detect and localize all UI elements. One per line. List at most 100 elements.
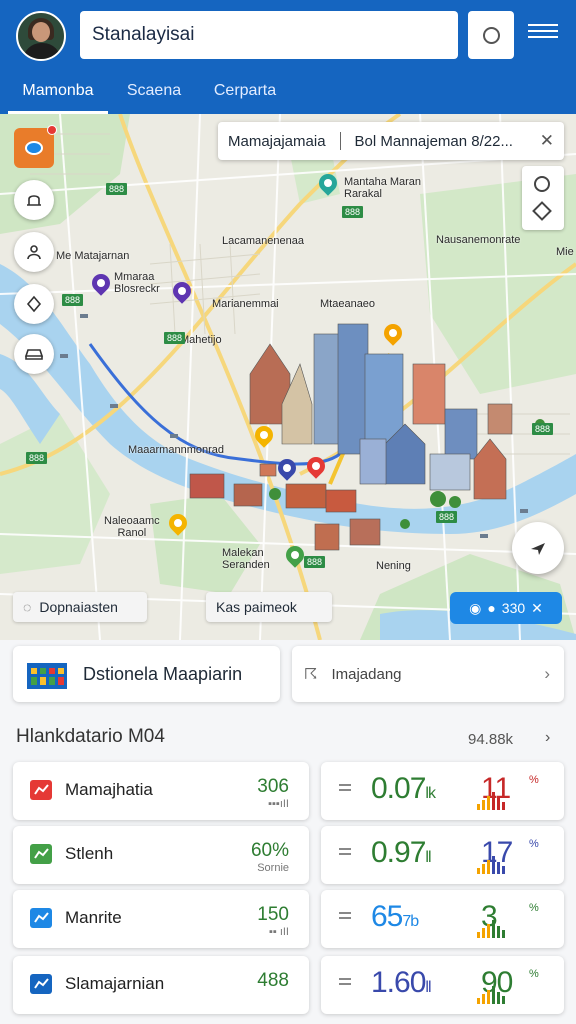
- mini-bar: [502, 930, 505, 938]
- tab-cerparta[interactable]: Cerparta: [205, 72, 285, 114]
- circle-icon: [482, 26, 500, 44]
- tab-scaena[interactable]: Scaena: [116, 72, 192, 114]
- mini-bar: [502, 802, 505, 810]
- map-label: Mantaha Maran Rarakal: [344, 176, 422, 200]
- equals-icon: [339, 784, 351, 794]
- section-title: Hlankdatario M04: [16, 726, 165, 747]
- stat-card-right[interactable]: 657b 3%: [321, 890, 564, 948]
- road-shield: 888: [532, 423, 554, 435]
- equals-icon: [339, 848, 351, 858]
- user-avatar[interactable]: [16, 11, 66, 61]
- equals-icon: [339, 912, 351, 922]
- stat-card-right[interactable]: 0.07lk 11%: [321, 762, 564, 820]
- search-input-value: Stanalayisai: [92, 24, 195, 45]
- mini-bar: [492, 792, 495, 810]
- stat-name: Slamajarnian: [65, 974, 165, 993]
- navigate-button[interactable]: [512, 522, 564, 574]
- stat-card-right[interactable]: 1.60ll 90%: [321, 956, 564, 1014]
- locate-icon[interactable]: [534, 176, 550, 192]
- layers-icon: [25, 141, 43, 155]
- app-root: Stanalayisai Mamonba Scaena Cerparta Man…: [0, 0, 576, 1024]
- hamburger-icon[interactable]: [528, 20, 558, 46]
- mini-bar: [492, 986, 495, 1004]
- mini-bar: [502, 866, 505, 874]
- mini-bar: [477, 998, 480, 1004]
- map-label: Me Matajarnan: [56, 250, 130, 262]
- equals-icon: [339, 978, 351, 988]
- road-shield: 888: [164, 332, 186, 344]
- app-header: Stanalayisai Mamonba Scaena Cerparta: [0, 0, 576, 114]
- mini-bar: [477, 804, 480, 810]
- stat-card-left[interactable]: Slamajarnian 488: [13, 956, 309, 1014]
- mini-bar: [482, 800, 485, 810]
- stat-sub: Sornie: [257, 862, 289, 874]
- stat-big-value: 0.07lk: [371, 772, 436, 805]
- mini-bar: [477, 932, 480, 938]
- mini-bar: [482, 994, 485, 1004]
- stat-big-value: 657b: [371, 900, 419, 933]
- mini-bar-chart: [477, 984, 505, 1004]
- stat-value: 488: [257, 970, 289, 991]
- close-small-icon: ✕: [531, 599, 543, 616]
- road-shield: 888: [26, 452, 48, 464]
- compass-icon[interactable]: [14, 284, 54, 324]
- quick-card-left[interactable]: Dstionela Maapiarin: [13, 646, 280, 702]
- flame-icon: [27, 776, 55, 804]
- stat-card-right[interactable]: 0.97ll 17%: [321, 826, 564, 884]
- stat-value: 306: [257, 776, 289, 797]
- search-action-button[interactable]: [468, 11, 514, 59]
- map-label: Mie: [556, 246, 574, 258]
- tab-mamonba[interactable]: Mamonba: [8, 72, 108, 114]
- chevron-right-icon[interactable]: ›: [545, 729, 550, 747]
- mini-bar: [487, 796, 490, 810]
- building-icon: [27, 663, 67, 689]
- road-shield: 888: [342, 206, 364, 218]
- layers-toggle-icon[interactable]: [532, 201, 552, 221]
- mini-bar: [497, 798, 500, 810]
- stat-name: Manrite: [65, 908, 122, 927]
- person-icon[interactable]: [14, 232, 54, 272]
- mini-bar: [492, 920, 495, 938]
- stat-sub: ▪▪▪ıII: [268, 798, 289, 810]
- mini-bar-chart: [477, 854, 505, 874]
- sparkle-icon: ☈: [304, 666, 318, 683]
- mini-bar: [502, 996, 505, 1004]
- navigate-arrow-icon: [531, 543, 545, 555]
- map-label: Mmaraa Blosreckr: [114, 271, 160, 295]
- map-label: Nausanemonrate: [436, 234, 521, 246]
- close-icon[interactable]: ✕: [540, 131, 554, 151]
- stat-big-value: 1.60ll: [371, 966, 432, 999]
- layers-button[interactable]: [14, 125, 57, 168]
- section-count: 94.88k: [468, 731, 514, 748]
- car-icon[interactable]: [14, 334, 54, 374]
- chip-dopnaiasten[interactable]: ◌ Dopnaiasten: [13, 592, 147, 622]
- mini-bar: [482, 928, 485, 938]
- route-origin: Mamajajamaia: [228, 132, 326, 150]
- route-card[interactable]: Mamajajamaia Bol Mannajeman 8/22... ✕: [218, 122, 564, 160]
- mini-bar: [487, 860, 490, 874]
- chevron-right-icon: ›: [544, 664, 550, 683]
- mini-bar: [492, 856, 495, 874]
- map-tools: [522, 166, 564, 230]
- road-shield: 888: [62, 294, 84, 306]
- search-input[interactable]: Stanalayisai: [80, 11, 458, 59]
- traffic-chip[interactable]: ◉ ● 330 ✕: [450, 592, 562, 624]
- stat-card-left[interactable]: Mamajhatia 306 ▪▪▪ıII: [13, 762, 309, 820]
- bell-icon[interactable]: [14, 180, 54, 220]
- dot-icon: ●: [487, 600, 496, 616]
- tool-icon: [27, 904, 55, 932]
- stat-card-left[interactable]: Stlenh 60% Sornie: [13, 826, 309, 884]
- mini-bar: [482, 864, 485, 874]
- stat-card-left[interactable]: Manrite 150 ▪▪ ıII: [13, 890, 309, 948]
- map-view[interactable]: Mantaha Maran Rarakal Lacamanenenaa Naus…: [0, 114, 576, 640]
- chip-kas-paimeok[interactable]: Kas paimeok: [206, 592, 332, 622]
- mini-bar: [497, 862, 500, 874]
- tab-bar: Mamonba Scaena Cerparta: [0, 72, 576, 114]
- stat-big-value: 0.97ll: [371, 836, 432, 869]
- chart-icon: [27, 840, 55, 868]
- quick-card-right[interactable]: ☈ Imajadang ›: [292, 646, 564, 702]
- map-label: Mahetijo: [180, 334, 222, 346]
- stat-name: Stlenh: [65, 844, 114, 863]
- stat-name: Mamajhatia: [65, 780, 153, 799]
- mini-bar: [497, 992, 500, 1004]
